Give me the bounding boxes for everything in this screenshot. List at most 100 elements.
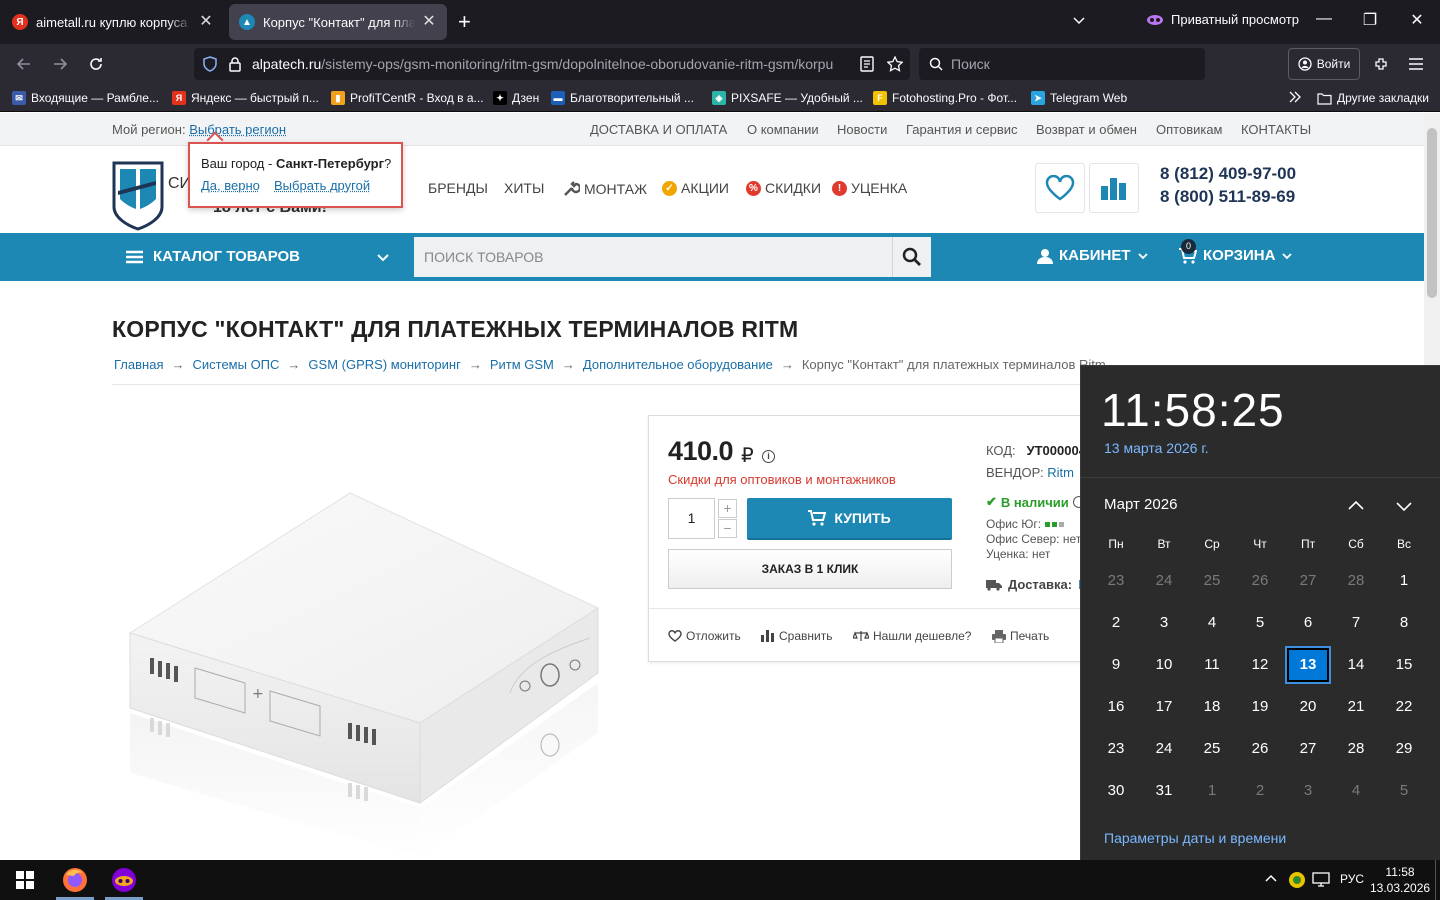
close-window-button[interactable]: ✕ xyxy=(1405,10,1429,30)
product-search-input[interactable]: ПОИСК ТОВАРОВ xyxy=(414,237,892,277)
extensions-icon[interactable] xyxy=(1369,52,1393,76)
top-nav-warranty[interactable]: Гарантия и сервис xyxy=(906,122,1018,137)
top-nav-contacts[interactable]: КОНТАКТЫ xyxy=(1241,122,1311,137)
menu-brands[interactable]: БРЕНДЫ xyxy=(428,180,488,196)
top-nav-returns[interactable]: Возврат и обмен xyxy=(1036,122,1137,137)
breadcrumb-equipment[interactable]: Дополнительное оборудование xyxy=(583,357,773,372)
taskbar-clock[interactable]: 11:58 13.03.2026 xyxy=(1370,864,1430,896)
bookmark-item[interactable]: ▬ Благотворительный ... xyxy=(551,88,694,108)
tray-app-icon[interactable] xyxy=(1288,871,1306,889)
print-button[interactable]: Печать xyxy=(992,629,1049,643)
bookmark-item[interactable]: Я Яндекс — быстрый п... xyxy=(172,88,319,108)
calendar-day[interactable]: 16 xyxy=(1092,688,1140,726)
product-image[interactable]: + xyxy=(120,473,610,858)
site-logo[interactable] xyxy=(112,161,164,231)
quantity-input[interactable]: 1 xyxy=(668,498,715,539)
calendar-day[interactable]: 27 xyxy=(1284,730,1332,768)
bookmark-item[interactable]: ✦ Дзен xyxy=(493,88,539,108)
back-button[interactable] xyxy=(12,52,36,76)
bookmark-item[interactable]: F Fotohosting.Pro - Фот... xyxy=(873,88,1017,108)
calendar-day[interactable]: 21 xyxy=(1332,688,1380,726)
calendar-day[interactable]: 6 xyxy=(1284,604,1332,642)
menu-hamburger-icon[interactable] xyxy=(1404,52,1428,76)
calendar-day-today[interactable]: 13 xyxy=(1285,646,1331,684)
cart-button[interactable]: КОРЗИНА xyxy=(1179,247,1293,264)
forward-button[interactable] xyxy=(48,52,72,76)
next-month-button[interactable] xyxy=(1393,495,1415,517)
calendar-day[interactable]: 23 xyxy=(1092,562,1140,600)
calendar-day[interactable]: 14 xyxy=(1332,646,1380,684)
top-nav-delivery[interactable]: ДОСТАВКА И ОПЛАТА xyxy=(590,122,727,137)
calendar-day[interactable]: 3 xyxy=(1140,604,1188,642)
bookmark-item[interactable]: ▮ ProfiTCentR - Вход в а... xyxy=(331,88,484,108)
private-firefox-taskbar-button[interactable] xyxy=(101,860,147,900)
calendar-day[interactable]: 25 xyxy=(1188,562,1236,600)
flyout-date-link[interactable]: 13 марта 2026 г. xyxy=(1104,440,1209,456)
calendar-day[interactable]: 9 xyxy=(1092,646,1140,684)
search-button[interactable] xyxy=(892,237,931,277)
menu-discounts[interactable]: % СКИДКИ xyxy=(746,180,821,196)
browser-search-input[interactable]: Поиск xyxy=(919,48,1205,80)
calendar-day[interactable]: 7 xyxy=(1332,604,1380,642)
cabinet-button[interactable]: КАБИНЕТ xyxy=(1037,247,1149,264)
more-bookmarks-chevron-icon[interactable] xyxy=(1288,90,1302,104)
found-cheaper-button[interactable]: Нашли дешевле? xyxy=(853,629,971,643)
calendar-day[interactable]: 5 xyxy=(1236,604,1284,642)
vendor-link[interactable]: Ritm xyxy=(1047,465,1074,480)
calendar-day[interactable]: 23 xyxy=(1092,730,1140,768)
reader-view-icon[interactable] xyxy=(855,52,879,76)
bookmark-star-icon[interactable] xyxy=(883,52,907,76)
show-desktop-button[interactable] xyxy=(1435,860,1440,900)
calendar-day[interactable]: 3 xyxy=(1284,772,1332,810)
calendar-day[interactable]: 24 xyxy=(1140,730,1188,768)
breadcrumb-ritm[interactable]: Ритм GSM xyxy=(490,357,554,372)
network-icon[interactable] xyxy=(1312,872,1330,888)
calendar-day[interactable]: 17 xyxy=(1140,688,1188,726)
menu-promotions[interactable]: ✓ АКЦИИ xyxy=(662,180,729,196)
calendar-day[interactable]: 27 xyxy=(1284,562,1332,600)
wholesale-discount-link[interactable]: Скидки для оптовиков и монтажников xyxy=(668,472,896,487)
calendar-day[interactable]: 25 xyxy=(1188,730,1236,768)
catalog-button[interactable]: КАТАЛОГ ТОВАРОВ xyxy=(126,248,300,265)
language-indicator[interactable]: РУС xyxy=(1340,872,1364,886)
chevron-down-icon[interactable] xyxy=(376,250,390,264)
calendar-day[interactable]: 30 xyxy=(1092,772,1140,810)
calendar-day[interactable]: 2 xyxy=(1236,772,1284,810)
calendar-day[interactable]: 19 xyxy=(1236,688,1284,726)
calendar-day[interactable]: 24 xyxy=(1140,562,1188,600)
calendar-day[interactable]: 22 xyxy=(1380,688,1428,726)
calendar-day[interactable]: 28 xyxy=(1332,562,1380,600)
wishlist-button[interactable]: Отложить xyxy=(668,629,741,643)
close-tab-icon[interactable]: ✕ xyxy=(421,14,437,30)
calendar-day[interactable]: 11 xyxy=(1188,646,1236,684)
calendar-day[interactable]: 20 xyxy=(1284,688,1332,726)
scrollbar-thumb[interactable] xyxy=(1427,128,1437,298)
start-button[interactable] xyxy=(2,860,48,900)
breadcrumb-ops[interactable]: Системы ОПС xyxy=(192,357,279,372)
calendar-day[interactable]: 8 xyxy=(1380,604,1428,642)
confirm-city-link[interactable]: Да, верно xyxy=(201,178,260,193)
close-tab-icon[interactable]: ✕ xyxy=(198,14,214,30)
breadcrumb-home[interactable]: Главная xyxy=(114,357,163,372)
calendar-day[interactable]: 1 xyxy=(1380,562,1428,600)
bookmark-item[interactable]: ➤ Telegram Web xyxy=(1031,88,1127,108)
top-nav-news[interactable]: Новости xyxy=(837,122,887,137)
reload-button[interactable] xyxy=(84,52,108,76)
favorites-button[interactable] xyxy=(1035,163,1085,213)
bookmark-item[interactable]: ◈ PIXSAFE — Удобный ... xyxy=(712,88,863,108)
minimize-button[interactable]: — xyxy=(1312,10,1336,28)
calendar-day[interactable]: 4 xyxy=(1188,604,1236,642)
menu-installation[interactable]: МОНТАЖ xyxy=(562,180,647,198)
calendar-day[interactable]: 31 xyxy=(1140,772,1188,810)
one-click-order-button[interactable]: ЗАКАЗ В 1 КЛИК xyxy=(668,549,952,589)
info-icon[interactable]: i xyxy=(762,450,775,463)
maximize-button[interactable]: ❐ xyxy=(1358,10,1382,30)
choose-other-city-link[interactable]: Выбрать другой xyxy=(274,178,370,193)
quantity-plus-button[interactable]: + xyxy=(718,499,737,518)
calendar-day[interactable]: 2 xyxy=(1092,604,1140,642)
quantity-minus-button[interactable]: − xyxy=(718,519,737,538)
tab-aimetall[interactable]: Я aimetall.ru куплю корпуса терм ✕ xyxy=(2,4,224,40)
calendar-day[interactable]: 28 xyxy=(1332,730,1380,768)
calendar-day[interactable]: 4 xyxy=(1332,772,1380,810)
phone-spb[interactable]: 8 (812) 409-97-00 xyxy=(1160,164,1296,184)
